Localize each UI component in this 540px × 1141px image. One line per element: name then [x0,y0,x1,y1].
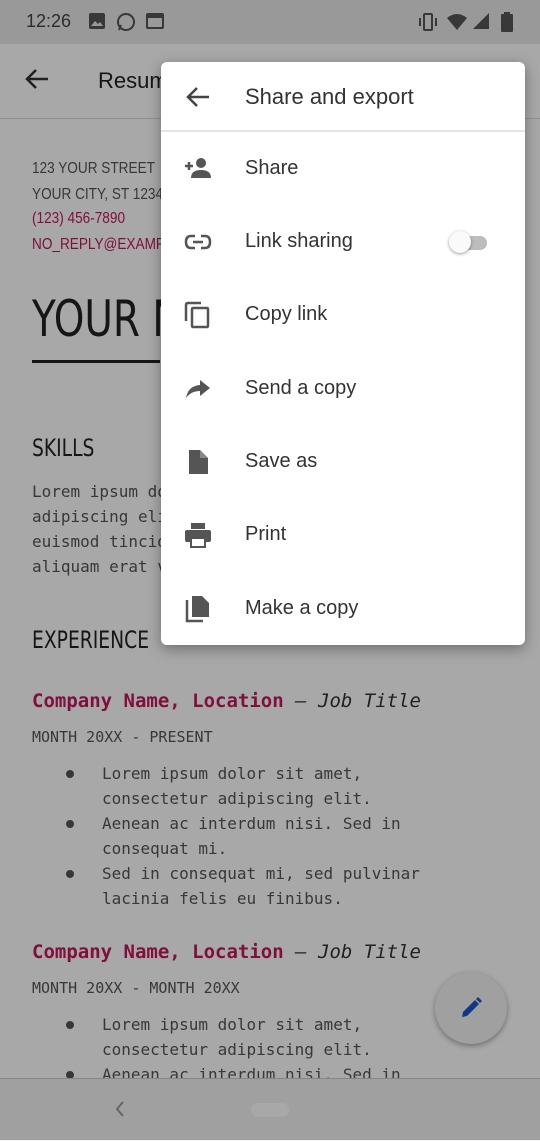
printer-icon [185,523,211,548]
menu-title: Share and export [245,84,414,109]
menu-item-print[interactable]: Print [161,498,525,571]
menu-item-make-a-copy[interactable]: Make a copy [161,572,525,645]
person-add-icon [185,158,211,178]
menu-item-label: Send a copy [245,377,357,399]
menu-item-label: Copy link [245,303,328,325]
menu-item-copy-link[interactable]: Copy link [161,278,525,351]
menu-item-save-as[interactable]: Save as [161,425,525,498]
link-icon [184,234,212,250]
link-sharing-toggle[interactable] [449,231,489,253]
duplicate-file-icon [185,596,209,623]
share-export-menu: Share and export Share Link sharing Copy… [161,62,525,645]
menu-item-label: Save as [245,450,318,472]
menu-item-send-a-copy[interactable]: Send a copy [161,352,525,425]
back-arrow-icon[interactable] [185,84,211,110]
file-icon [189,450,208,474]
forward-arrow-icon [186,380,210,398]
menu-item-label: Link sharing [245,230,353,252]
toggle-knob [449,231,471,253]
menu-item-link-sharing[interactable]: Link sharing [161,205,525,278]
menu-item-label: Print [245,523,287,545]
menu-item-label: Make a copy [245,597,359,619]
menu-item-share[interactable]: Share [161,132,525,205]
menu-header: Share and export [161,62,525,132]
menu-item-label: Share [245,157,299,179]
copy-icon [184,301,210,329]
